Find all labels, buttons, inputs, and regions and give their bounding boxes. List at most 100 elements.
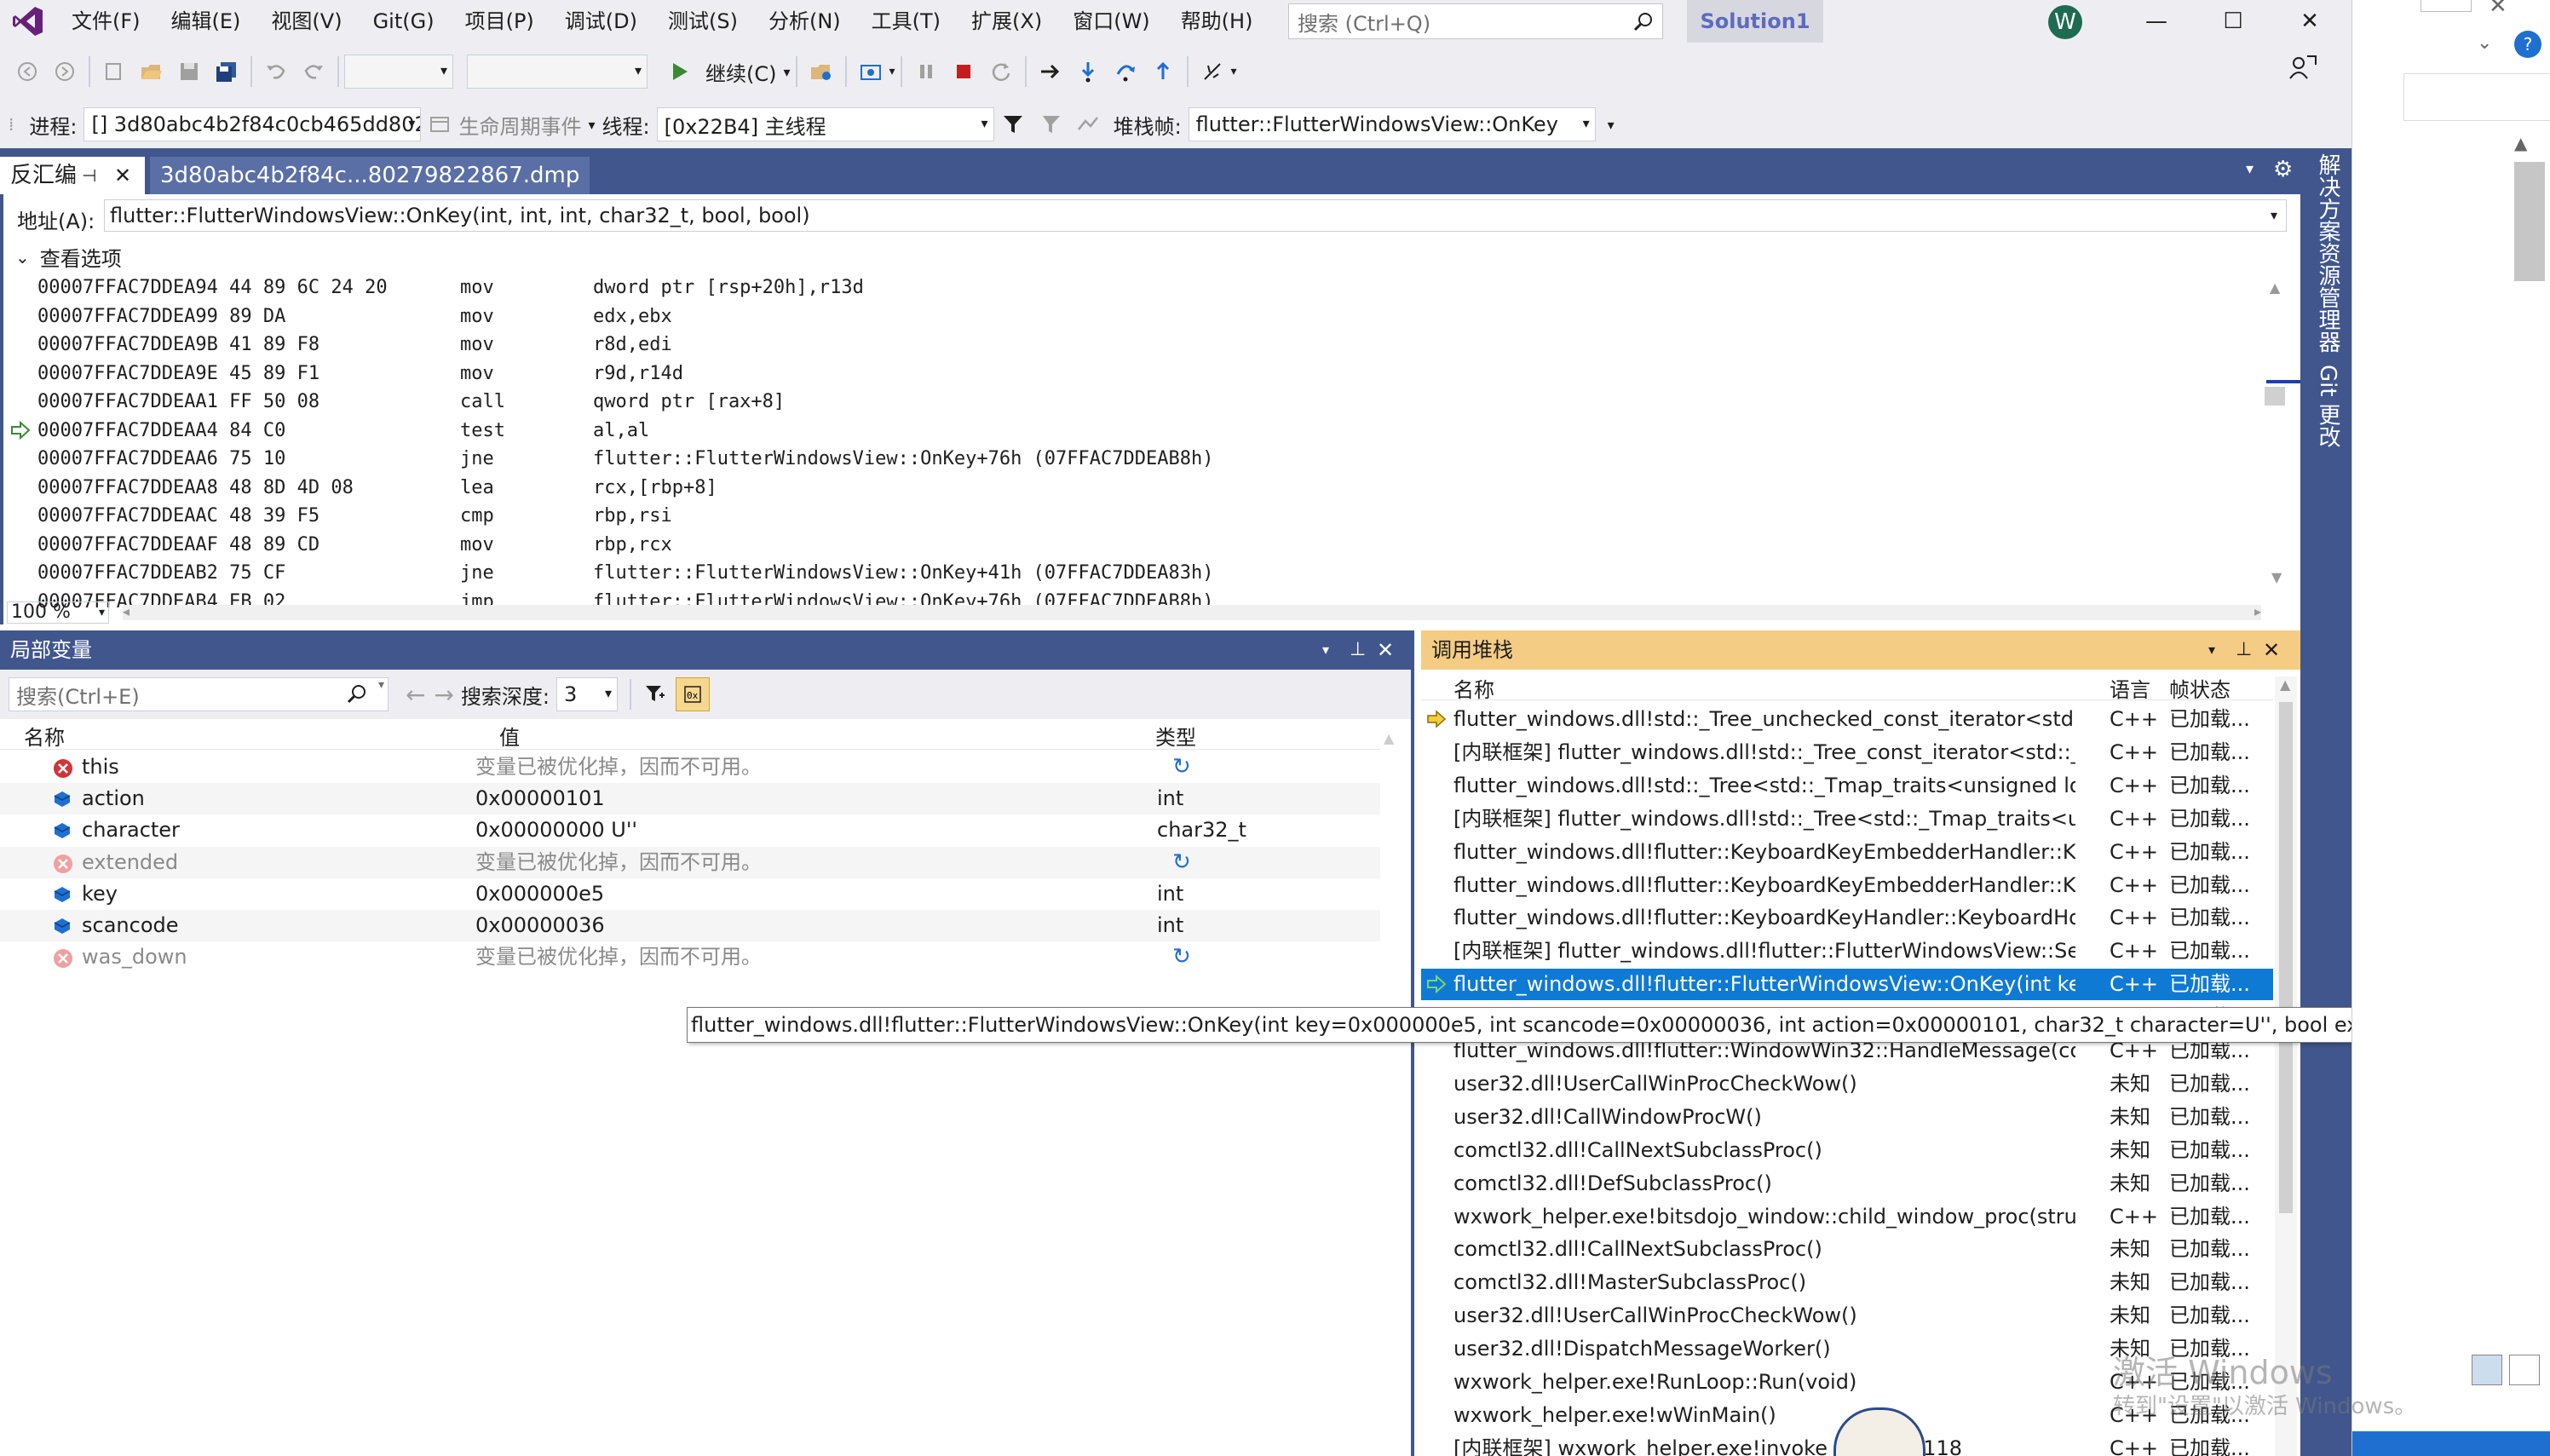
new-project-icon[interactable] <box>97 55 131 89</box>
lifecycle-events-icon[interactable] <box>423 107 457 141</box>
toolbar-overflow-icon[interactable]: ▾ <box>889 65 895 78</box>
menu-item[interactable]: 扩展(X) <box>956 0 1057 43</box>
callstack-frame[interactable]: flutter_windows.dll!flutter::KeyboardKey… <box>1421 902 2273 934</box>
tab-list-dropdown-icon[interactable]: ▾ <box>2246 160 2254 178</box>
stackframe-dropdown[interactable]: flutter::FlutterWindowsView::OnKey ▾ <box>1188 107 1596 141</box>
save-icon[interactable] <box>172 55 206 89</box>
hot-reload-icon[interactable] <box>1195 55 1229 89</box>
callstack-frame[interactable]: flutter_windows.dll!flutter::KeyboardKey… <box>1421 837 2273 868</box>
menu-item[interactable]: 视图(V) <box>256 0 357 43</box>
tab-dump-file[interactable]: 3d80abc4b2f84c...80279822867.dmp <box>150 157 590 194</box>
split-stacks-icon[interactable] <box>1071 107 1105 141</box>
toolbar-overflow-icon[interactable]: ▾ <box>1231 65 1237 78</box>
search-forward-icon[interactable]: → <box>434 681 453 709</box>
git-changes-tab[interactable]: Git 更改 <box>2312 365 2344 448</box>
locals-search-input[interactable]: 搜索(Ctrl+E) ▾ <box>9 677 389 711</box>
continue-button[interactable]: 继续(C) <box>705 57 776 87</box>
maximize-icon[interactable]: ☐ <box>2195 0 2271 43</box>
pane-close-icon[interactable]: ✕ <box>2263 630 2280 670</box>
locals-row[interactable]: this 变量已被优化掉，因而不可用。 ↻ <box>0 751 1380 783</box>
pin-icon[interactable]: ⊣ <box>82 157 96 194</box>
callstack-frame[interactable]: comctl32.dll!CallNextSubclassProc() 未知 已加载… <box>1421 1135 2273 1166</box>
callstack-frame[interactable]: flutter_windows.dll!std::_Tree<std::_Tma… <box>1421 770 2273 802</box>
process-dropdown[interactable]: [] 3d80abc4b2f84c0cb465dd802 ▾ <box>83 107 422 141</box>
hex-display-icon[interactable]: 0x <box>676 677 711 711</box>
address-input[interactable]: flutter::FlutterWindowsView::OnKey(int, … <box>104 199 2287 232</box>
menu-item[interactable]: 测试(S) <box>653 0 753 43</box>
step-into-icon[interactable] <box>1071 55 1105 89</box>
callstack-frame[interactable]: comctl32.dll!CallNextSubclassProc() 未知 已加载… <box>1421 1234 2273 1265</box>
solution-name[interactable]: Solution1 <box>1687 0 1823 43</box>
step-out-icon[interactable] <box>1146 55 1180 89</box>
menu-item[interactable]: Git(G) <box>358 0 450 43</box>
filter-icon[interactable] <box>996 107 1030 141</box>
locals-row[interactable]: character 0x00000000 U'' char32_t <box>0 814 1380 846</box>
disassembly-code[interactable]: 00007FFAC7DDEA94 44 89 6C 24 20 mov dword … <box>3 274 2270 613</box>
tab-disassembly[interactable]: 反汇编 ⊣ ✕ <box>0 157 145 194</box>
open-folder-icon[interactable] <box>135 55 169 89</box>
solution-explorer-tab[interactable]: 解决方案资源管理器 <box>2312 153 2344 353</box>
open-dump-folder-icon[interactable] <box>804 55 838 89</box>
step-over-icon[interactable] <box>1108 55 1143 89</box>
global-search-input[interactable]: 搜索 (Ctrl+Q) <box>1288 3 1663 39</box>
locals-vertical-scrollbar[interactable]: ▲ <box>1384 724 1409 980</box>
undo-icon[interactable] <box>259 55 293 89</box>
callstack-frame[interactable]: flutter_windows.dll!std::_Tree_unchecked… <box>1421 704 2273 735</box>
solution-config-dropdown[interactable]: ▾ <box>344 55 453 89</box>
minimize-icon[interactable]: — <box>2118 0 2195 43</box>
flag-thread-icon[interactable] <box>1033 107 1068 141</box>
search-depth-dropdown[interactable]: 3 ▾ <box>556 677 619 711</box>
pause-icon[interactable] <box>909 55 943 89</box>
account-avatar[interactable]: W <box>2048 5 2082 39</box>
pane-close-icon[interactable]: ✕ <box>1377 630 1394 670</box>
column-frame-state[interactable]: 帧状态 <box>2169 673 2231 703</box>
redo-icon[interactable] <box>296 55 331 89</box>
continue-dropdown-icon[interactable]: ▾ <box>783 64 790 80</box>
callstack-frame[interactable]: wxwork_helper.exe!bitsdojo_window::child… <box>1421 1201 2273 1233</box>
vs-logo-icon[interactable] <box>0 0 56 43</box>
column-type[interactable]: 类型 <box>1155 721 1196 751</box>
settings-gear-icon[interactable]: ⚙ <box>2273 157 2293 182</box>
address-dropdown-icon[interactable]: ▾ <box>2271 200 2277 231</box>
callstack-frame[interactable]: comctl32.dll!DefSubclassProc() 未知 已加载... <box>1421 1168 2273 1200</box>
camera-snapshot-icon[interactable] <box>854 55 888 89</box>
lifecycle-dropdown-icon[interactable]: ▾ <box>588 117 595 133</box>
show-next-statement-icon[interactable] <box>1033 55 1068 89</box>
locals-row[interactable]: key 0x000000e5 int <box>0 878 1380 910</box>
callstack-frame[interactable]: flutter_windows.dll!flutter::KeyboardKey… <box>1421 870 2273 901</box>
tab-close-icon[interactable]: ✕ <box>114 157 131 194</box>
menu-item[interactable]: 帮助(H) <box>1166 0 1269 43</box>
search-icon[interactable] <box>347 683 367 704</box>
pane-pin-icon[interactable]: ⊥ <box>1350 630 1366 670</box>
close-icon[interactable]: ✕ <box>2271 0 2348 43</box>
refresh-icon[interactable]: ↻ <box>1172 847 1191 878</box>
restart-icon[interactable] <box>984 55 1018 89</box>
column-language[interactable]: 语言 <box>2110 673 2150 703</box>
platform-dropdown[interactable]: ▾ <box>467 55 648 89</box>
menu-item[interactable]: 工具(T) <box>856 0 956 43</box>
save-all-icon[interactable] <box>210 55 244 89</box>
callstack-frame[interactable]: comctl32.dll!MasterSubclassProc() 未知 已加载..… <box>1421 1267 2273 1298</box>
view-options-toggle[interactable]: ⌄ 查看选项 <box>15 242 122 272</box>
locals-row[interactable]: extended 变量已被优化掉，因而不可用。 ↻ <box>0 846 1380 878</box>
callstack-frame[interactable]: user32.dll!UserCallWinProcCheckWow() 未知 已加… <box>1421 1300 2273 1332</box>
continue-play-icon[interactable] <box>663 55 697 89</box>
pane-pin-icon[interactable]: ⊥ <box>2236 630 2252 670</box>
column-name[interactable]: 名称 <box>24 721 65 751</box>
menu-item[interactable]: 编辑(E) <box>156 0 256 43</box>
thread-dropdown[interactable]: [0x22B4] 主线程 ▾ <box>656 107 994 141</box>
menu-item[interactable]: 调试(D) <box>550 0 653 43</box>
locals-row[interactable]: action 0x00000101 int <box>0 783 1380 815</box>
refresh-icon[interactable]: ↻ <box>1172 751 1191 783</box>
callstack-vertical-scrollbar[interactable]: ▲ <box>2275 676 2297 1456</box>
live-share-icon[interactable] <box>2288 53 2317 82</box>
back-icon[interactable] <box>10 55 44 89</box>
callstack-frame[interactable]: [内联框架] flutter_windows.dll!std::_Tree<st… <box>1421 803 2273 835</box>
menu-item[interactable]: 窗口(W) <box>1057 0 1165 43</box>
locals-row[interactable]: was_down 变量已被优化掉，因而不可用。 ↻ <box>0 941 1380 973</box>
callstack-frame[interactable]: flutter_windows.dll!flutter::FlutterWind… <box>1421 969 2273 1001</box>
locals-row[interactable]: scancode 0x00000036 int <box>0 910 1380 941</box>
refresh-icon[interactable]: ↻ <box>1172 941 1191 973</box>
callstack-frame[interactable]: [内联框架] flutter_windows.dll!std::_Tree_co… <box>1421 737 2273 768</box>
lifecycle-events-button[interactable]: 生命周期事件 <box>458 110 581 140</box>
